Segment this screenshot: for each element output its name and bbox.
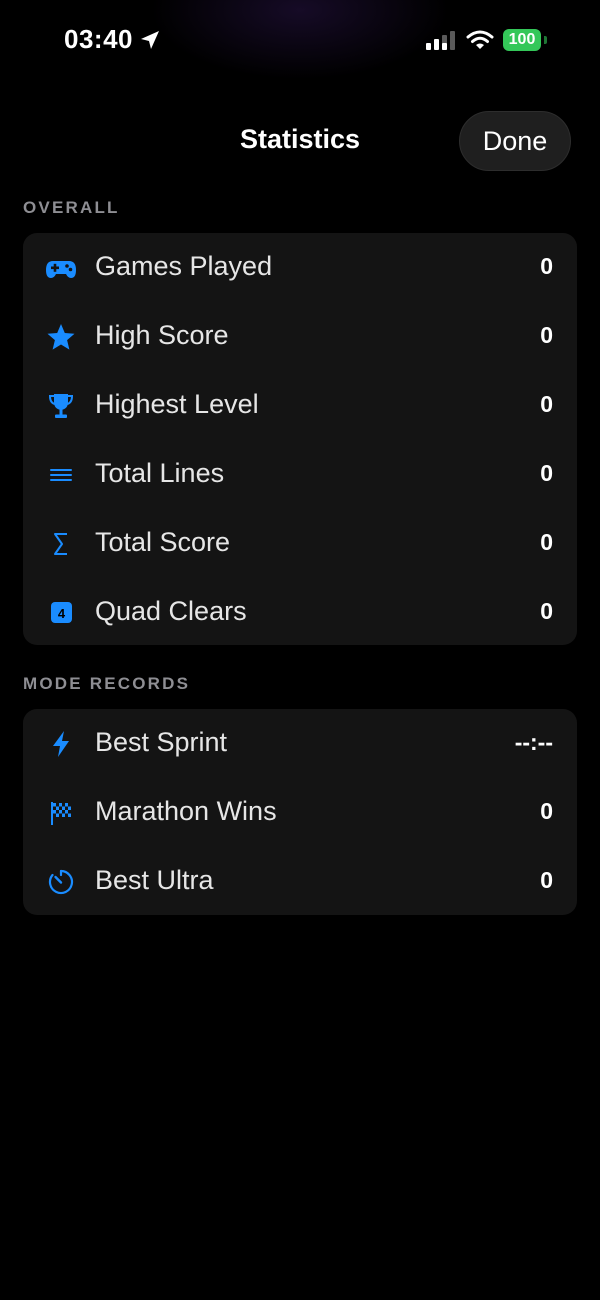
stat-label: Best Sprint (95, 727, 228, 757)
stat-label: Total Lines (95, 458, 225, 488)
checkered-flag-icon (51, 802, 71, 825)
quad-icon-digit: 4 (58, 606, 66, 621)
lines-icon (50, 469, 72, 481)
battery-icon: 100 (503, 29, 547, 51)
section-header-overall: OVERALL (23, 198, 120, 217)
cellular-signal-icon (426, 31, 455, 50)
status-time: 03:40 (64, 24, 133, 54)
timer-icon (48, 869, 74, 895)
stat-value: 0 (540, 460, 553, 486)
stat-value: --:-- (514, 729, 553, 755)
battery-tip (544, 36, 547, 44)
bolt-icon (53, 731, 69, 757)
stat-value: 0 (540, 867, 553, 893)
battery-level: 100 (503, 29, 541, 51)
stat-value: 0 (540, 391, 553, 417)
gamecontroller-icon (46, 261, 76, 278)
star-icon (47, 324, 75, 350)
stat-label: Quad Clears (95, 596, 247, 626)
stat-value: 0 (540, 253, 553, 279)
sigma-icon (54, 533, 67, 555)
stat-row-high-score: High Score 0 (23, 302, 577, 371)
stat-label: Total Score (95, 527, 231, 557)
location-arrow-icon (141, 31, 159, 49)
stat-value: 0 (540, 529, 553, 555)
stat-label: Best Ultra (95, 865, 214, 895)
stat-label: Marathon Wins (95, 796, 277, 826)
stat-label: High Score (95, 320, 229, 350)
stat-value: 0 (540, 798, 553, 824)
done-button[interactable]: Done (459, 111, 571, 171)
stat-row-quad-clears: 4 Quad Clears 0 (23, 578, 577, 647)
stat-row-best-sprint: Best Sprint --:-- (23, 709, 577, 778)
stat-row-games-played: Games Played 0 (23, 233, 577, 302)
stat-row-highest-level: Highest Level 0 (23, 371, 577, 440)
wifi-icon (466, 30, 494, 49)
stat-value: 0 (540, 322, 553, 348)
section-header-mode-records: MODE RECORDS (23, 674, 191, 693)
stat-row-total-lines: Total Lines 0 (23, 440, 577, 509)
status-bar: 03:40 100 (0, 0, 600, 82)
overall-card: Games Played 0 High Score 0 Highest Leve… (23, 233, 577, 645)
stat-label: Highest Level (95, 389, 259, 419)
stat-row-best-ultra: Best Ultra 0 (23, 847, 577, 916)
trophy-icon (48, 394, 74, 418)
stat-row-total-score: Total Score 0 (23, 509, 577, 578)
number-4-square-icon: 4 (51, 602, 72, 623)
mode-records-card: Best Sprint --:-- Marathon Wins 0 Best U… (23, 709, 577, 915)
stat-row-marathon-wins: Marathon Wins 0 (23, 778, 577, 847)
stat-label: Games Played (95, 251, 273, 281)
stat-value: 0 (540, 598, 553, 624)
